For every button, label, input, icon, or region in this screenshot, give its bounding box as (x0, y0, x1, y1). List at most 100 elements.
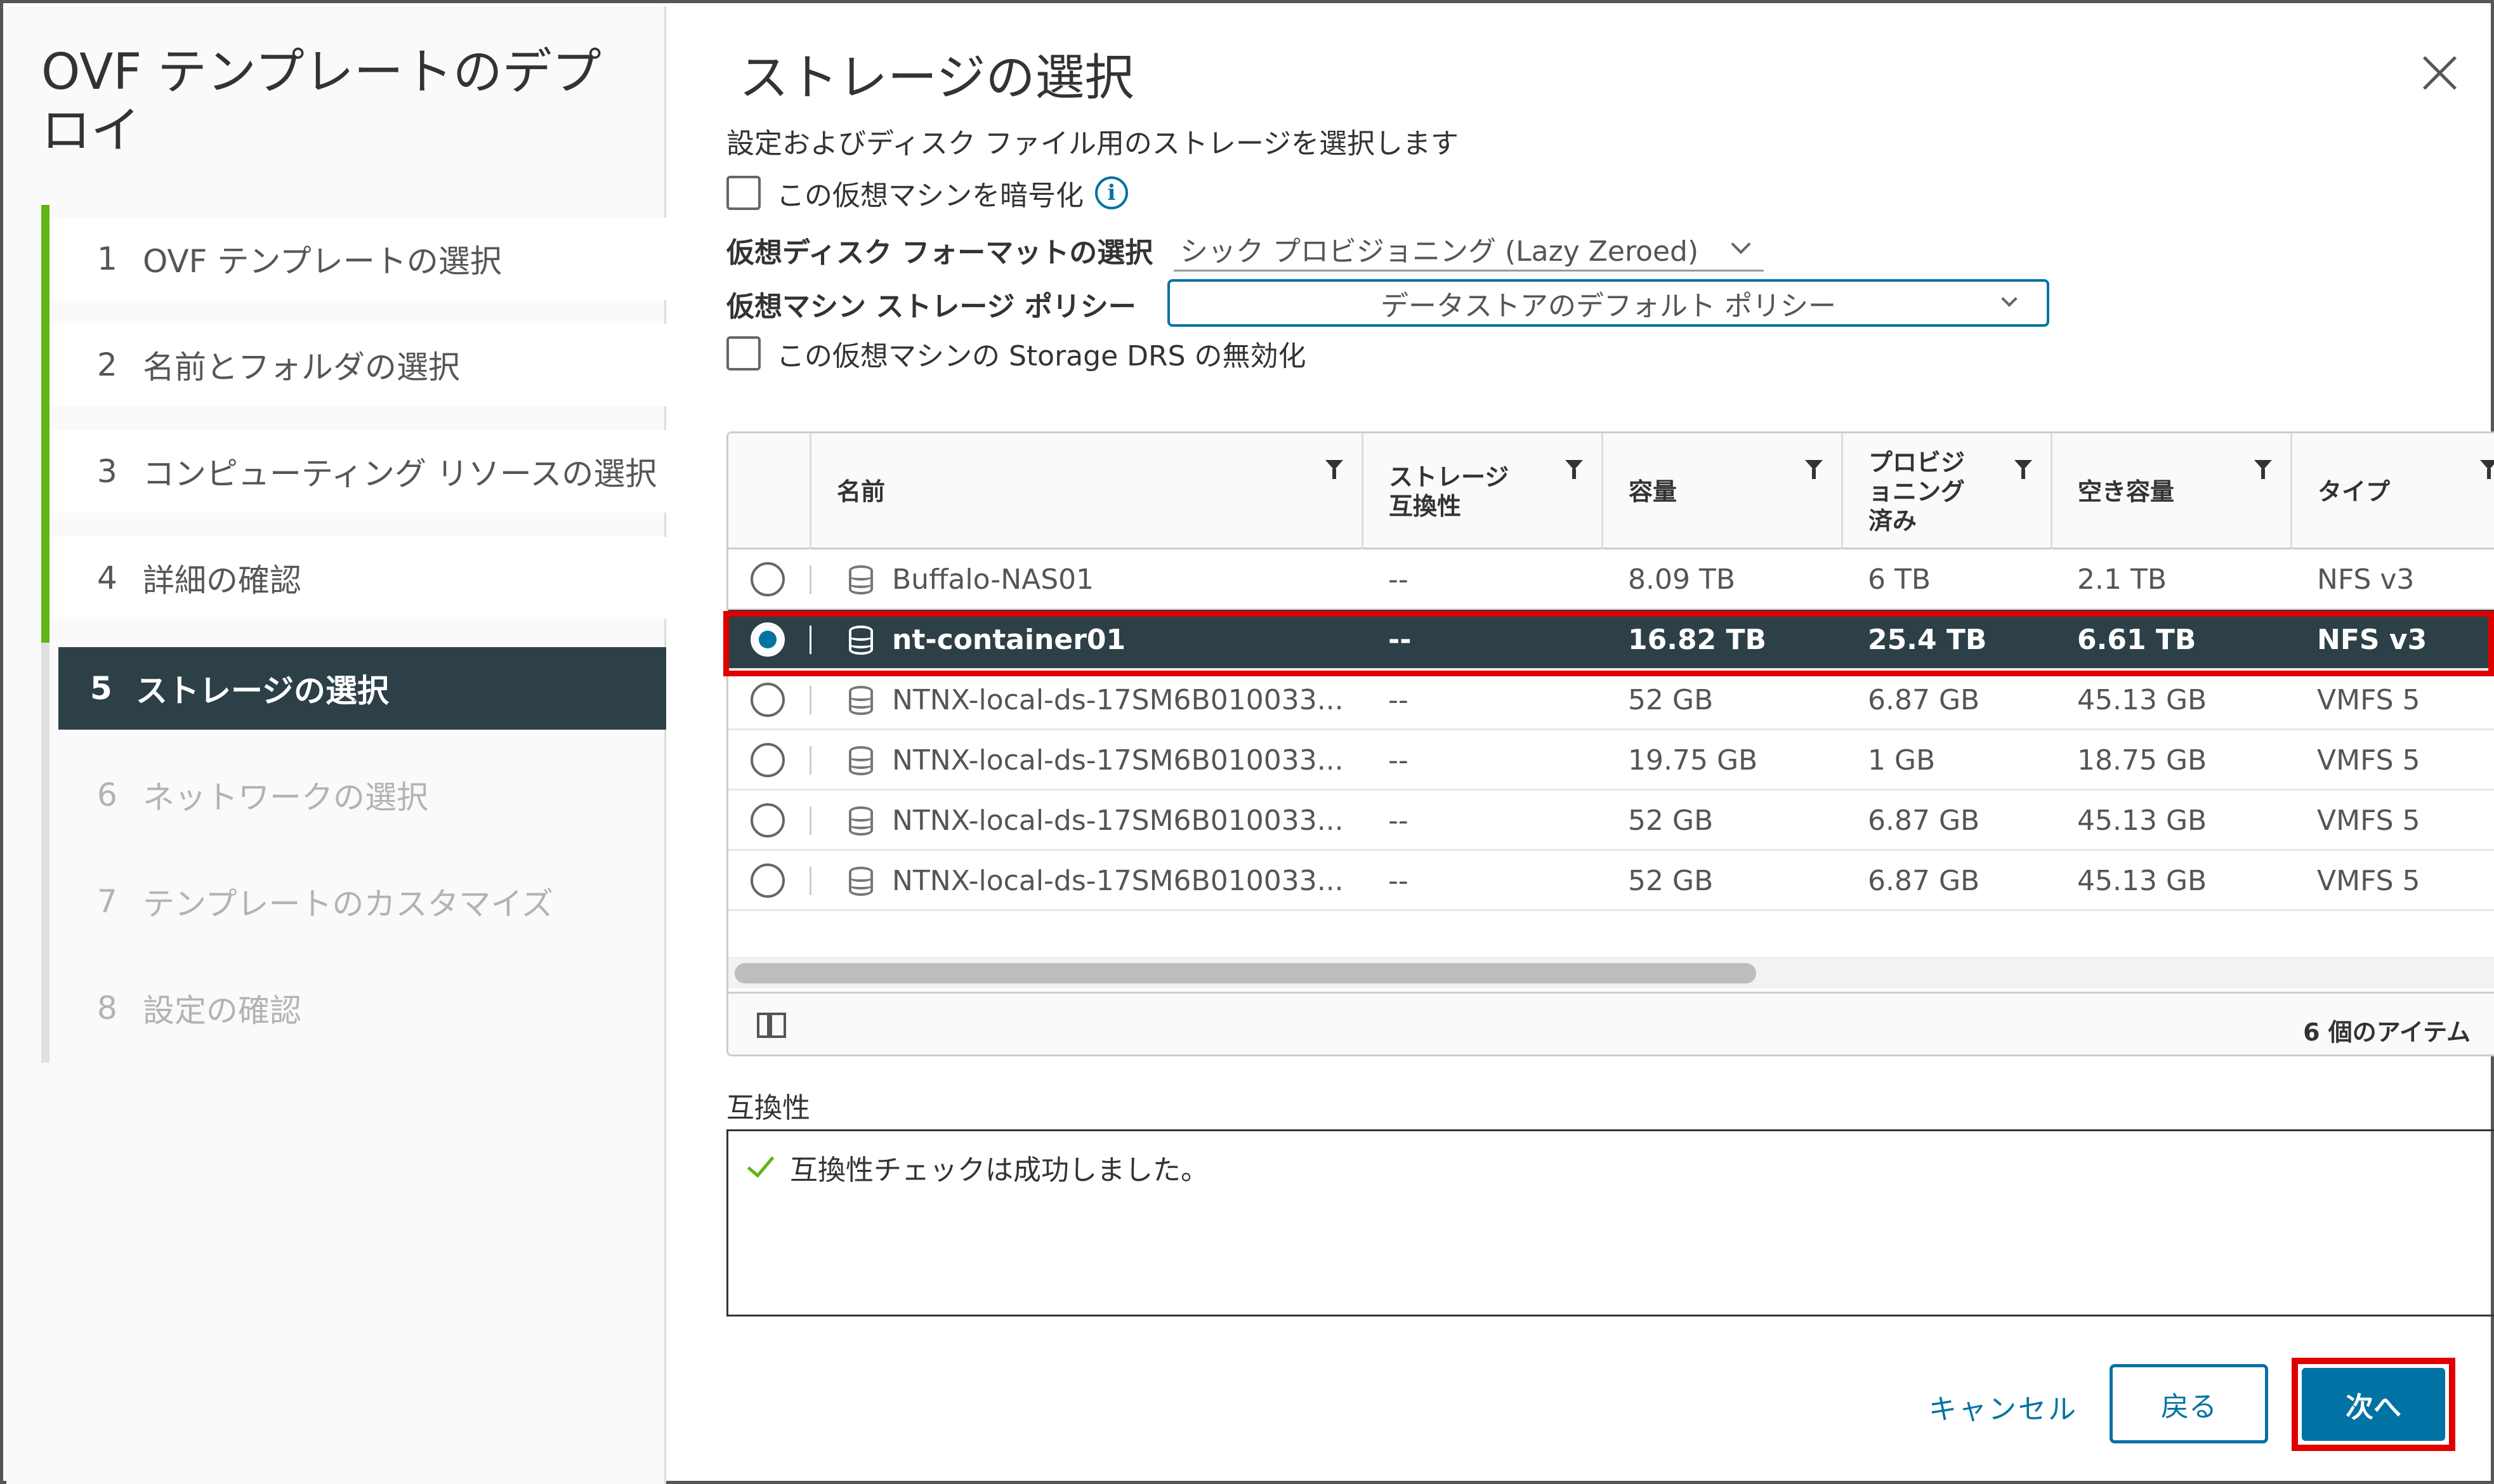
provisioned-cell: 6.87 GB (1868, 684, 1980, 716)
table-row[interactable]: NTNX-local-ds-17SM6B010033... -- 52 GB 6… (728, 851, 2494, 911)
column-header-type[interactable]: タイプ (2290, 433, 2494, 549)
wizard-step-label: 詳細の確認 (143, 562, 301, 599)
page-subtitle: 設定およびディスク ファイル用のストレージを選択します (726, 128, 1459, 160)
wizard-step-label: 名前とフォルダの選択 (143, 349, 460, 386)
selected-row-highlight (723, 611, 2494, 676)
progress-track (41, 643, 49, 1063)
horizontal-scrollbar[interactable] (728, 957, 2494, 988)
grid-header: 名前 ストレージ 互換性 容量 プロビジ ョニング 済み 空き容量 タイプ (728, 433, 2494, 549)
filter-icon[interactable] (2480, 460, 2494, 479)
encrypt-vm-checkbox[interactable] (726, 176, 761, 210)
type-cell: VMFS 5 (2317, 804, 2420, 837)
compat-cell: -- (1388, 804, 1408, 837)
filter-icon[interactable] (1325, 460, 1343, 479)
compatibility-label: 互換性 (726, 1092, 810, 1124)
storage-policy-value: データストアのデフォルト ポリシー (1381, 289, 1836, 322)
column-header-name[interactable]: 名前 (810, 433, 1362, 549)
capacity-cell: 52 GB (1628, 804, 1714, 837)
wizard-step-5[interactable]: 5 ストレージの選択 (58, 647, 666, 730)
chevron-down-icon (2001, 291, 2018, 307)
capacity-cell: 52 GB (1628, 684, 1714, 716)
wizard-title: OVF テンプレートのデプロイ (41, 44, 601, 159)
compatibility-panel: 互換性チェックは成功しました。 (726, 1129, 2494, 1317)
table-row[interactable]: NTNX-local-ds-17SM6B010033... -- 19.75 G… (728, 730, 2494, 791)
row-radio[interactable] (751, 562, 785, 596)
filter-icon[interactable] (1805, 460, 1823, 479)
column-header-provisioned[interactable]: プロビジ ョニング 済み (1841, 433, 2051, 549)
wizard-step-label: テンプレートのカスタマイズ (143, 886, 553, 923)
wizard-step-6: 6 ネットワークの選択 (49, 754, 669, 836)
cancel-button[interactable]: キャンセル (1929, 1386, 2078, 1426)
page-title: ストレージの選択 (739, 49, 1134, 107)
row-radio[interactable] (751, 743, 785, 777)
disk-format-label: 仮想ディスク フォーマットの選択 (726, 237, 1153, 269)
datastore-name: NTNX-local-ds-17SM6B010033... (892, 684, 1344, 716)
datastore-icon (849, 866, 873, 896)
item-count: 6 個のアイテム (2303, 1018, 2471, 1046)
datastore-icon (849, 745, 873, 775)
type-cell: NFS v3 (2317, 563, 2415, 596)
compatibility-message: 互換性チェックは成功しました。 (790, 1154, 1209, 1186)
grid-footer: 6 個のアイテム (728, 992, 2494, 1054)
column-toggle-icon[interactable] (757, 1013, 786, 1038)
compat-cell: -- (1388, 865, 1408, 897)
encrypt-vm-label: この仮想マシンを暗号化 (777, 180, 1084, 212)
table-row[interactable]: NTNX-local-ds-17SM6B010033... -- 52 GB 6… (728, 670, 2494, 730)
next-button[interactable]: 次へ (2302, 1368, 2445, 1441)
wizard-step-label: 設定の確認 (143, 992, 301, 1029)
column-header-compatibility[interactable]: ストレージ 互換性 (1362, 433, 1601, 549)
encrypt-vm-option: この仮想マシンを暗号化 i (726, 173, 1128, 213)
wizard-step-label: ネットワークの選択 (143, 779, 428, 816)
row-radio[interactable] (751, 863, 785, 898)
info-icon[interactable]: i (1095, 176, 1128, 209)
wizard-step-4[interactable]: 4 詳細の確認 (49, 537, 669, 619)
column-header-capacity[interactable]: 容量 (1601, 433, 1841, 549)
back-button[interactable]: 戻る (2110, 1364, 2268, 1443)
provisioned-cell: 6.87 GB (1868, 804, 1980, 837)
storage-policy-select[interactable]: データストアのデフォルト ポリシー (1167, 279, 2049, 327)
filter-icon[interactable] (2014, 460, 2032, 479)
type-cell: VMFS 5 (2317, 684, 2420, 716)
filter-icon[interactable] (2254, 460, 2272, 479)
column-header-free[interactable]: 空き容量 (2051, 433, 2290, 549)
wizard-step-label: OVF テンプレートの選択 (143, 243, 502, 280)
free-cell: 45.13 GB (2077, 804, 2207, 837)
disk-format-select[interactable]: シック プロビジョニング (Lazy Zeroed) (1174, 227, 1764, 272)
wizard-sidebar: OVF テンプレートのデプロイ 1 OVF テンプレートの選択 2 名前とフォル… (6, 6, 669, 1484)
wizard-step-7: 7 テンプレートのカスタマイズ (49, 860, 669, 943)
storage-policy-label: 仮想マシン ストレージ ポリシー (726, 291, 1136, 323)
disk-format-value: シック プロビジョニング (Lazy Zeroed) (1180, 235, 1699, 268)
wizard-step-label: コンピューティング リソースの選択 (143, 456, 657, 492)
table-row[interactable]: Buffalo-NAS01 -- 8.09 TB 6 TB 2.1 TB NFS… (728, 549, 2494, 610)
compat-cell: -- (1388, 684, 1408, 716)
free-cell: 45.13 GB (2077, 684, 2207, 716)
disable-drs-option: この仮想マシンの Storage DRS の無効化 (726, 333, 1306, 374)
scrollbar-thumb[interactable] (735, 963, 1756, 983)
wizard-step-label: ストレージの選択 (136, 673, 389, 709)
filter-icon[interactable] (1565, 460, 1583, 479)
provisioned-cell: 6 TB (1868, 563, 1931, 596)
compat-cell: -- (1388, 563, 1408, 596)
type-cell: VMFS 5 (2317, 865, 2420, 897)
close-icon[interactable] (2417, 51, 2462, 95)
datastore-icon (849, 685, 873, 715)
chevron-down-icon (1731, 234, 1751, 254)
capacity-cell: 52 GB (1628, 865, 1714, 897)
datastore-name: NTNX-local-ds-17SM6B010033... (892, 744, 1344, 777)
datastore-grid: 名前 ストレージ 互換性 容量 プロビジ ョニング 済み 空き容量 タイプ Bu… (726, 431, 2494, 1056)
row-radio[interactable] (751, 803, 785, 837)
check-icon (747, 1149, 775, 1178)
row-radio[interactable] (751, 683, 785, 717)
wizard-step-1[interactable]: 1 OVF テンプレートの選択 (49, 218, 669, 300)
datastore-name: NTNX-local-ds-17SM6B010033... (892, 865, 1344, 897)
wizard-step-3[interactable]: 3 コンピューティング リソースの選択 (49, 430, 669, 513)
provisioned-cell: 1 GB (1868, 744, 1936, 777)
disable-drs-checkbox[interactable] (726, 336, 761, 371)
free-cell: 18.75 GB (2077, 744, 2207, 777)
disable-drs-label: この仮想マシンの Storage DRS の無効化 (777, 340, 1306, 372)
deploy-ovf-dialog: OVF テンプレートのデプロイ 1 OVF テンプレートの選択 2 名前とフォル… (0, 0, 2494, 1484)
wizard-step-8: 8 設定の確認 (49, 967, 669, 1049)
capacity-cell: 19.75 GB (1628, 744, 1758, 777)
table-row[interactable]: NTNX-local-ds-17SM6B010033... -- 52 GB 6… (728, 791, 2494, 851)
wizard-step-2[interactable]: 2 名前とフォルダの選択 (49, 324, 669, 406)
